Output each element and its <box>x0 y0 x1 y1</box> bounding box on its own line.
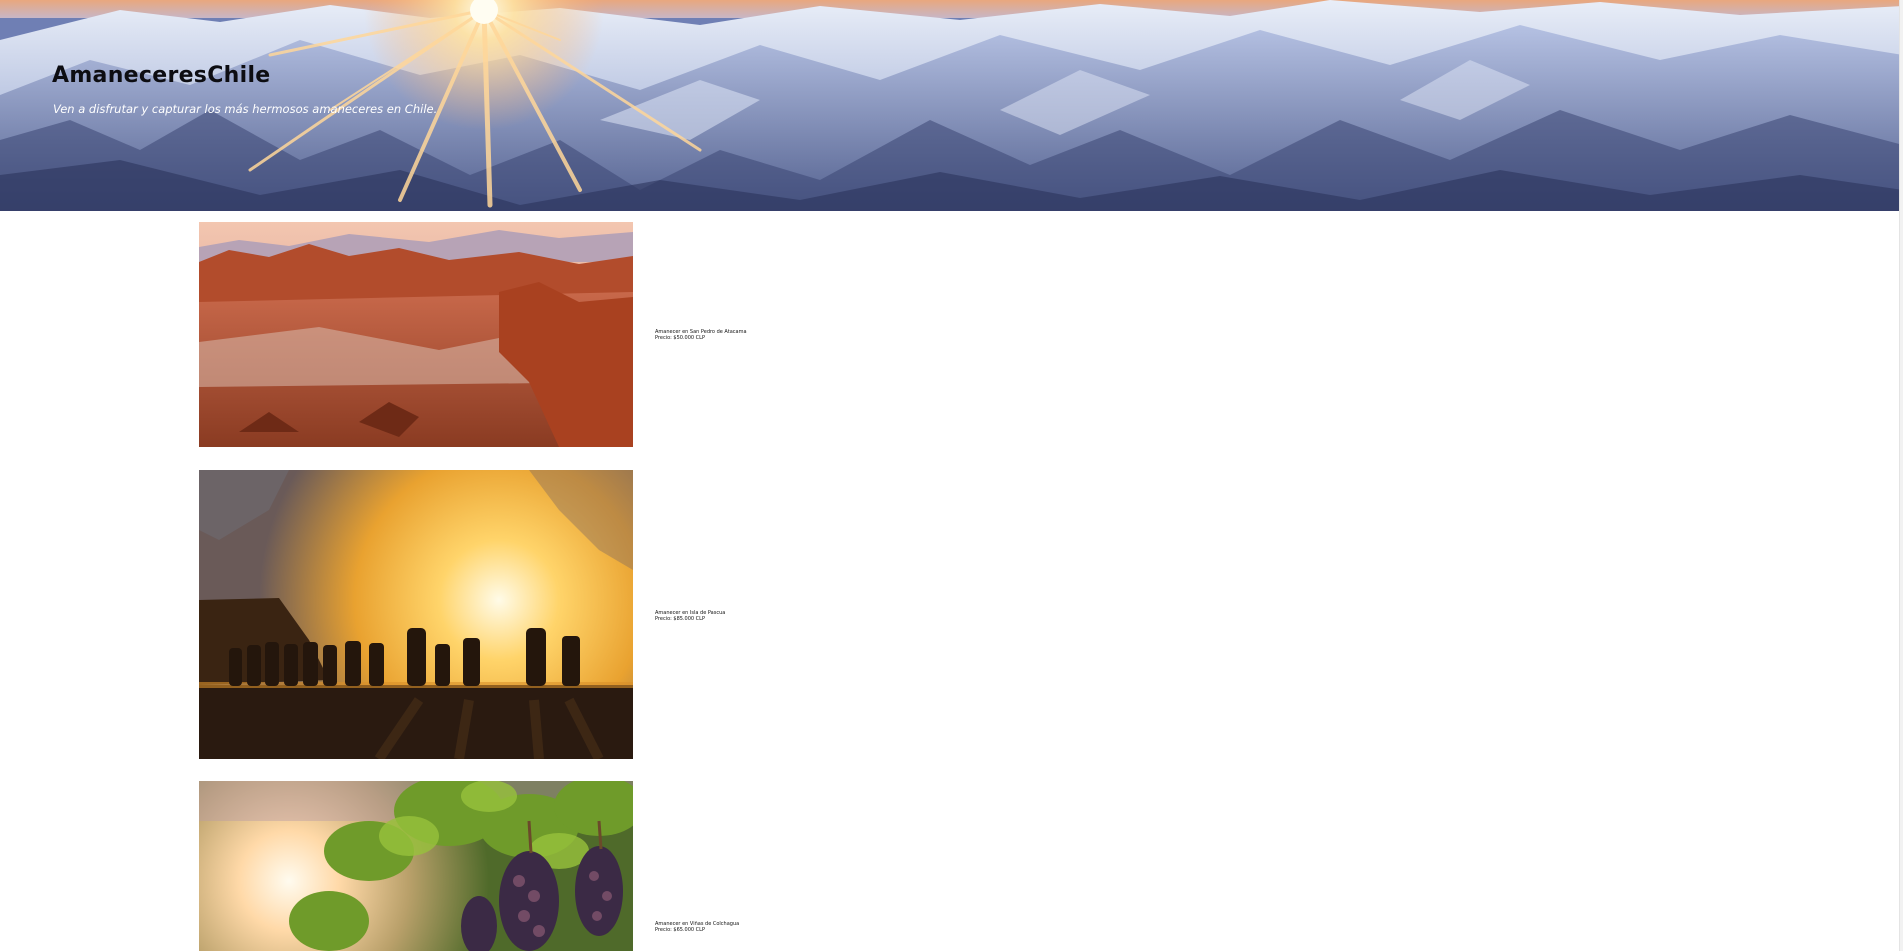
product-image-easter-island[interactable] <box>199 470 633 759</box>
site-title: AmaneceresChile <box>52 63 271 88</box>
product-price: Precio: $85.000 CLP <box>655 616 705 622</box>
product-info: Amanecer en Isla de Pascua Precio: $85.0… <box>655 610 725 622</box>
product-info: Amanecer en Viñas de Colchagua Precio: $… <box>655 921 739 933</box>
scrollbar-track[interactable] <box>1899 0 1903 951</box>
product-info: Amanecer en San Pedro de Atacama Precio:… <box>655 329 747 341</box>
site-tagline: Ven a disfrutar y capturar los más hermo… <box>53 102 438 116</box>
hero-banner: AmaneceresChile Ven a disfrutar y captur… <box>0 0 1903 211</box>
page: AmaneceresChile Ven a disfrutar y captur… <box>0 0 1903 951</box>
product-image-atacama[interactable] <box>199 222 633 447</box>
product-price: Precio: $65.000 CLP <box>655 927 705 933</box>
product-price: Precio: $50.000 CLP <box>655 335 705 341</box>
product-image-colchagua[interactable] <box>199 781 633 951</box>
